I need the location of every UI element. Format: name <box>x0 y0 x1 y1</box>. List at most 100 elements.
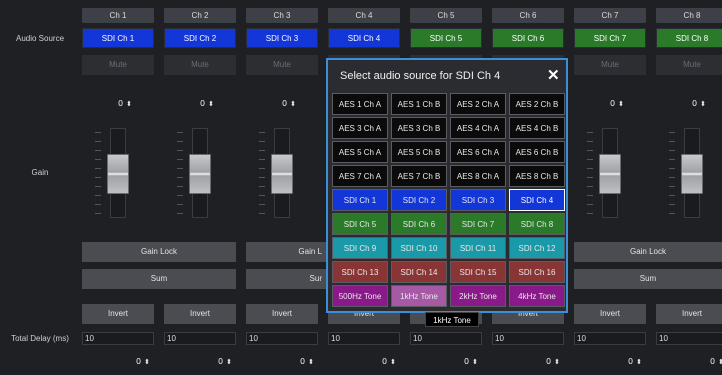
audio-source-button[interactable]: SDI Ch 5 <box>410 28 482 48</box>
delay-stepper[interactable]: 0 ⬍ <box>592 355 642 369</box>
sum-button-3-4[interactable]: Sur <box>246 269 326 289</box>
total-delay-field[interactable]: 10 <box>656 332 722 345</box>
source-option[interactable]: 500Hz Tone <box>332 285 388 307</box>
source-option[interactable]: SDI Ch 12 <box>509 237 565 259</box>
source-option[interactable]: AES 2 Ch A <box>450 93 506 115</box>
updown-arrows-icon[interactable]: ⬍ <box>208 97 214 111</box>
gain-lock-button-3-4[interactable]: Gain L <box>246 242 326 262</box>
audio-source-button[interactable]: SDI Ch 4 <box>328 28 400 48</box>
gain-fader-handle[interactable] <box>107 154 129 194</box>
mute-button[interactable]: Mute <box>164 55 236 75</box>
source-option[interactable]: AES 1 Ch A <box>332 93 388 115</box>
delay-stepper[interactable]: 0 ⬍ <box>182 355 232 369</box>
source-option[interactable]: SDI Ch 15 <box>450 261 506 283</box>
source-option[interactable]: AES 8 Ch B <box>509 165 565 187</box>
source-option[interactable]: AES 5 Ch B <box>391 141 447 163</box>
updown-arrows-icon[interactable]: ⬍ <box>718 355 722 369</box>
source-option[interactable]: AES 6 Ch A <box>450 141 506 163</box>
source-option[interactable]: AES 3 Ch B <box>391 117 447 139</box>
source-option[interactable]: SDI Ch 14 <box>391 261 447 283</box>
updown-arrows-icon[interactable]: ⬍ <box>472 355 478 369</box>
audio-source-button[interactable]: SDI Ch 1 <box>82 28 154 48</box>
source-option[interactable]: SDI Ch 1 <box>332 189 388 211</box>
total-delay-field[interactable]: 10 <box>574 332 646 345</box>
source-option[interactable]: SDI Ch 8 <box>509 213 565 235</box>
updown-arrows-icon[interactable]: ⬍ <box>390 355 396 369</box>
source-option[interactable]: SDI Ch 9 <box>332 237 388 259</box>
source-option[interactable]: SDI Ch 7 <box>450 213 506 235</box>
source-option[interactable]: AES 1 Ch B <box>391 93 447 115</box>
invert-button[interactable]: Invert <box>574 304 646 324</box>
updown-arrows-icon[interactable]: ⬍ <box>290 97 296 111</box>
source-option[interactable]: SDI Ch 2 <box>391 189 447 211</box>
audio-source-button[interactable]: SDI Ch 2 <box>164 28 236 48</box>
sum-button-1-2[interactable]: Sum <box>82 269 236 289</box>
updown-arrows-icon[interactable]: ⬍ <box>308 355 314 369</box>
gain-stepper[interactable]: 0⬍ <box>656 97 706 111</box>
source-option[interactable]: AES 2 Ch B <box>509 93 565 115</box>
updown-arrows-icon[interactable]: ⬍ <box>144 355 150 369</box>
mute-button[interactable]: Mute <box>82 55 154 75</box>
total-delay-field[interactable]: 10 <box>246 332 318 345</box>
source-option[interactable]: AES 5 Ch A <box>332 141 388 163</box>
source-option[interactable]: SDI Ch 10 <box>391 237 447 259</box>
gain-stepper[interactable]: 0⬍ <box>82 97 132 111</box>
gain-lock-button-7-8[interactable]: Gain Lock <box>574 242 722 262</box>
updown-arrows-icon[interactable]: ⬍ <box>700 97 706 111</box>
total-delay-field[interactable]: 10 <box>492 332 564 345</box>
source-option[interactable]: SDI Ch 4 <box>509 189 565 211</box>
source-option[interactable]: AES 4 Ch A <box>450 117 506 139</box>
delay-stepper[interactable]: 0 ⬍ <box>100 355 150 369</box>
updown-arrows-icon[interactable]: ⬍ <box>126 97 132 111</box>
audio-source-button[interactable]: SDI Ch 6 <box>492 28 564 48</box>
invert-button[interactable]: Invert <box>164 304 236 324</box>
source-option[interactable]: SDI Ch 5 <box>332 213 388 235</box>
updown-arrows-icon[interactable]: ⬍ <box>554 355 560 369</box>
updown-arrows-icon[interactable]: ⬍ <box>636 355 642 369</box>
gain-stepper[interactable]: 0⬍ <box>246 97 296 111</box>
source-option[interactable]: AES 8 Ch A <box>450 165 506 187</box>
source-option[interactable]: SDI Ch 11 <box>450 237 506 259</box>
gain-fader-handle[interactable] <box>681 154 703 194</box>
source-option[interactable]: AES 4 Ch B <box>509 117 565 139</box>
gain-stepper[interactable]: 0⬍ <box>164 97 214 111</box>
invert-button[interactable]: Invert <box>656 304 722 324</box>
updown-arrows-icon[interactable]: ⬍ <box>226 355 232 369</box>
close-icon[interactable]: ✕ <box>547 66 560 84</box>
total-delay-field[interactable]: 10 <box>164 332 236 345</box>
source-option[interactable]: 2kHz Tone <box>450 285 506 307</box>
audio-source-button[interactable]: SDI Ch 7 <box>574 28 646 48</box>
source-option[interactable]: SDI Ch 13 <box>332 261 388 283</box>
delay-stepper[interactable]: 0 ⬍ <box>428 355 478 369</box>
mute-button[interactable]: Mute <box>656 55 722 75</box>
source-option[interactable]: AES 7 Ch A <box>332 165 388 187</box>
invert-button[interactable]: Invert <box>82 304 154 324</box>
total-delay-field[interactable]: 10 <box>82 332 154 345</box>
invert-button[interactable]: Invert <box>246 304 318 324</box>
delay-stepper[interactable]: 0 ⬍ <box>264 355 314 369</box>
source-option[interactable]: 4kHz Tone <box>509 285 565 307</box>
source-option[interactable]: AES 6 Ch B <box>509 141 565 163</box>
mute-button[interactable]: Mute <box>574 55 646 75</box>
total-delay-field[interactable]: 10 <box>410 332 482 345</box>
gain-fader-handle[interactable] <box>599 154 621 194</box>
updown-arrows-icon[interactable]: ⬍ <box>618 97 624 111</box>
delay-stepper[interactable]: 0 ⬍ <box>346 355 396 369</box>
sum-button-7-8[interactable]: Sum <box>574 269 722 289</box>
gain-fader-handle[interactable] <box>189 154 211 194</box>
source-option[interactable]: AES 7 Ch B <box>391 165 447 187</box>
mute-button[interactable]: Mute <box>246 55 318 75</box>
audio-source-button[interactable]: SDI Ch 8 <box>656 28 722 48</box>
source-option[interactable]: AES 3 Ch A <box>332 117 388 139</box>
delay-stepper[interactable]: 0 ⬍ <box>674 355 722 369</box>
gain-lock-button-1-2[interactable]: Gain Lock <box>82 242 236 262</box>
source-option[interactable]: 1kHz Tone <box>391 285 447 307</box>
gain-fader-handle[interactable] <box>271 154 293 194</box>
delay-stepper[interactable]: 0 ⬍ <box>510 355 560 369</box>
total-delay-field[interactable]: 10 <box>328 332 400 345</box>
source-option[interactable]: SDI Ch 3 <box>450 189 506 211</box>
audio-source-button[interactable]: SDI Ch 3 <box>246 28 318 48</box>
source-option[interactable]: SDI Ch 6 <box>391 213 447 235</box>
gain-stepper[interactable]: 0⬍ <box>574 97 624 111</box>
source-option[interactable]: SDI Ch 16 <box>509 261 565 283</box>
